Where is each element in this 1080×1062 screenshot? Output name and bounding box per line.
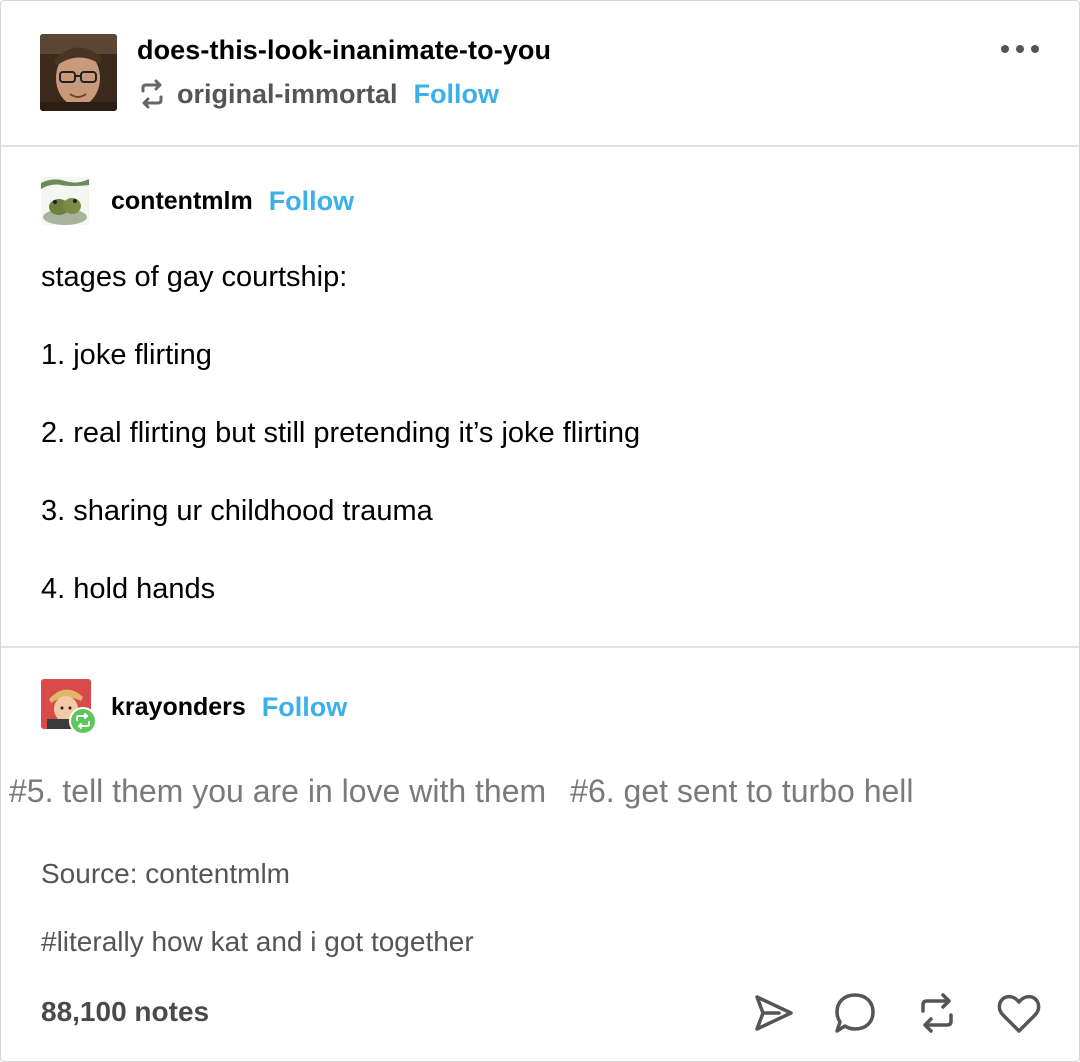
post-actions [749, 989, 1043, 1037]
op-follow-button[interactable]: Follow [269, 186, 354, 217]
blog-name[interactable]: does-this-look-inanimate-to-you [137, 35, 551, 66]
reblog-source-name[interactable]: original-immortal [177, 79, 398, 110]
reblog-icon [141, 79, 163, 109]
source-link[interactable]: Source: contentmlm [41, 858, 290, 890]
post-text-line: stages of gay courtship: [41, 261, 348, 293]
reply-icon[interactable] [831, 989, 879, 1037]
reblog-attribution: original-immortal Follow [137, 78, 499, 110]
share-icon[interactable] [749, 989, 797, 1037]
reblogger-header: krayonders Follow [41, 679, 347, 735]
notes-count[interactable]: 88,100 notes [41, 996, 209, 1028]
follow-button[interactable]: Follow [414, 79, 499, 110]
tag-link[interactable]: #5. tell them you are in love with them [9, 773, 546, 809]
post-tag[interactable]: #literally how kat and i got together [41, 926, 474, 958]
reblog-action-icon[interactable] [913, 989, 961, 1037]
post-text-line: 4. hold hands [41, 573, 216, 605]
reblogger-follow-button[interactable]: Follow [262, 692, 347, 723]
avatar[interactable] [40, 34, 117, 111]
post-card: does-this-look-inanimate-to-you original… [0, 0, 1080, 1062]
op-username[interactable]: contentmlm [111, 187, 253, 216]
divider [1, 646, 1079, 648]
divider [1, 145, 1079, 147]
reblog-badge-icon [69, 707, 97, 735]
post-header: does-this-look-inanimate-to-you original… [1, 1, 1079, 146]
reblog-tags: #5. tell them you are in love with them #… [9, 773, 938, 810]
op-avatar[interactable] [41, 177, 89, 225]
reblogger-username[interactable]: krayonders [111, 693, 246, 722]
op-header: contentmlm Follow [41, 177, 354, 225]
tag-link[interactable]: #6. get sent to turbo hell [570, 773, 913, 809]
post-text-line: 1. joke flirting [41, 339, 212, 371]
post-text-line: 2. real flirting but still pretending it… [41, 417, 641, 449]
reblogger-avatar-wrap [41, 679, 97, 735]
post-text-line: 3. sharing ur childhood trauma [41, 495, 433, 527]
more-options-icon[interactable] [999, 37, 1041, 61]
heart-icon[interactable] [995, 989, 1043, 1037]
